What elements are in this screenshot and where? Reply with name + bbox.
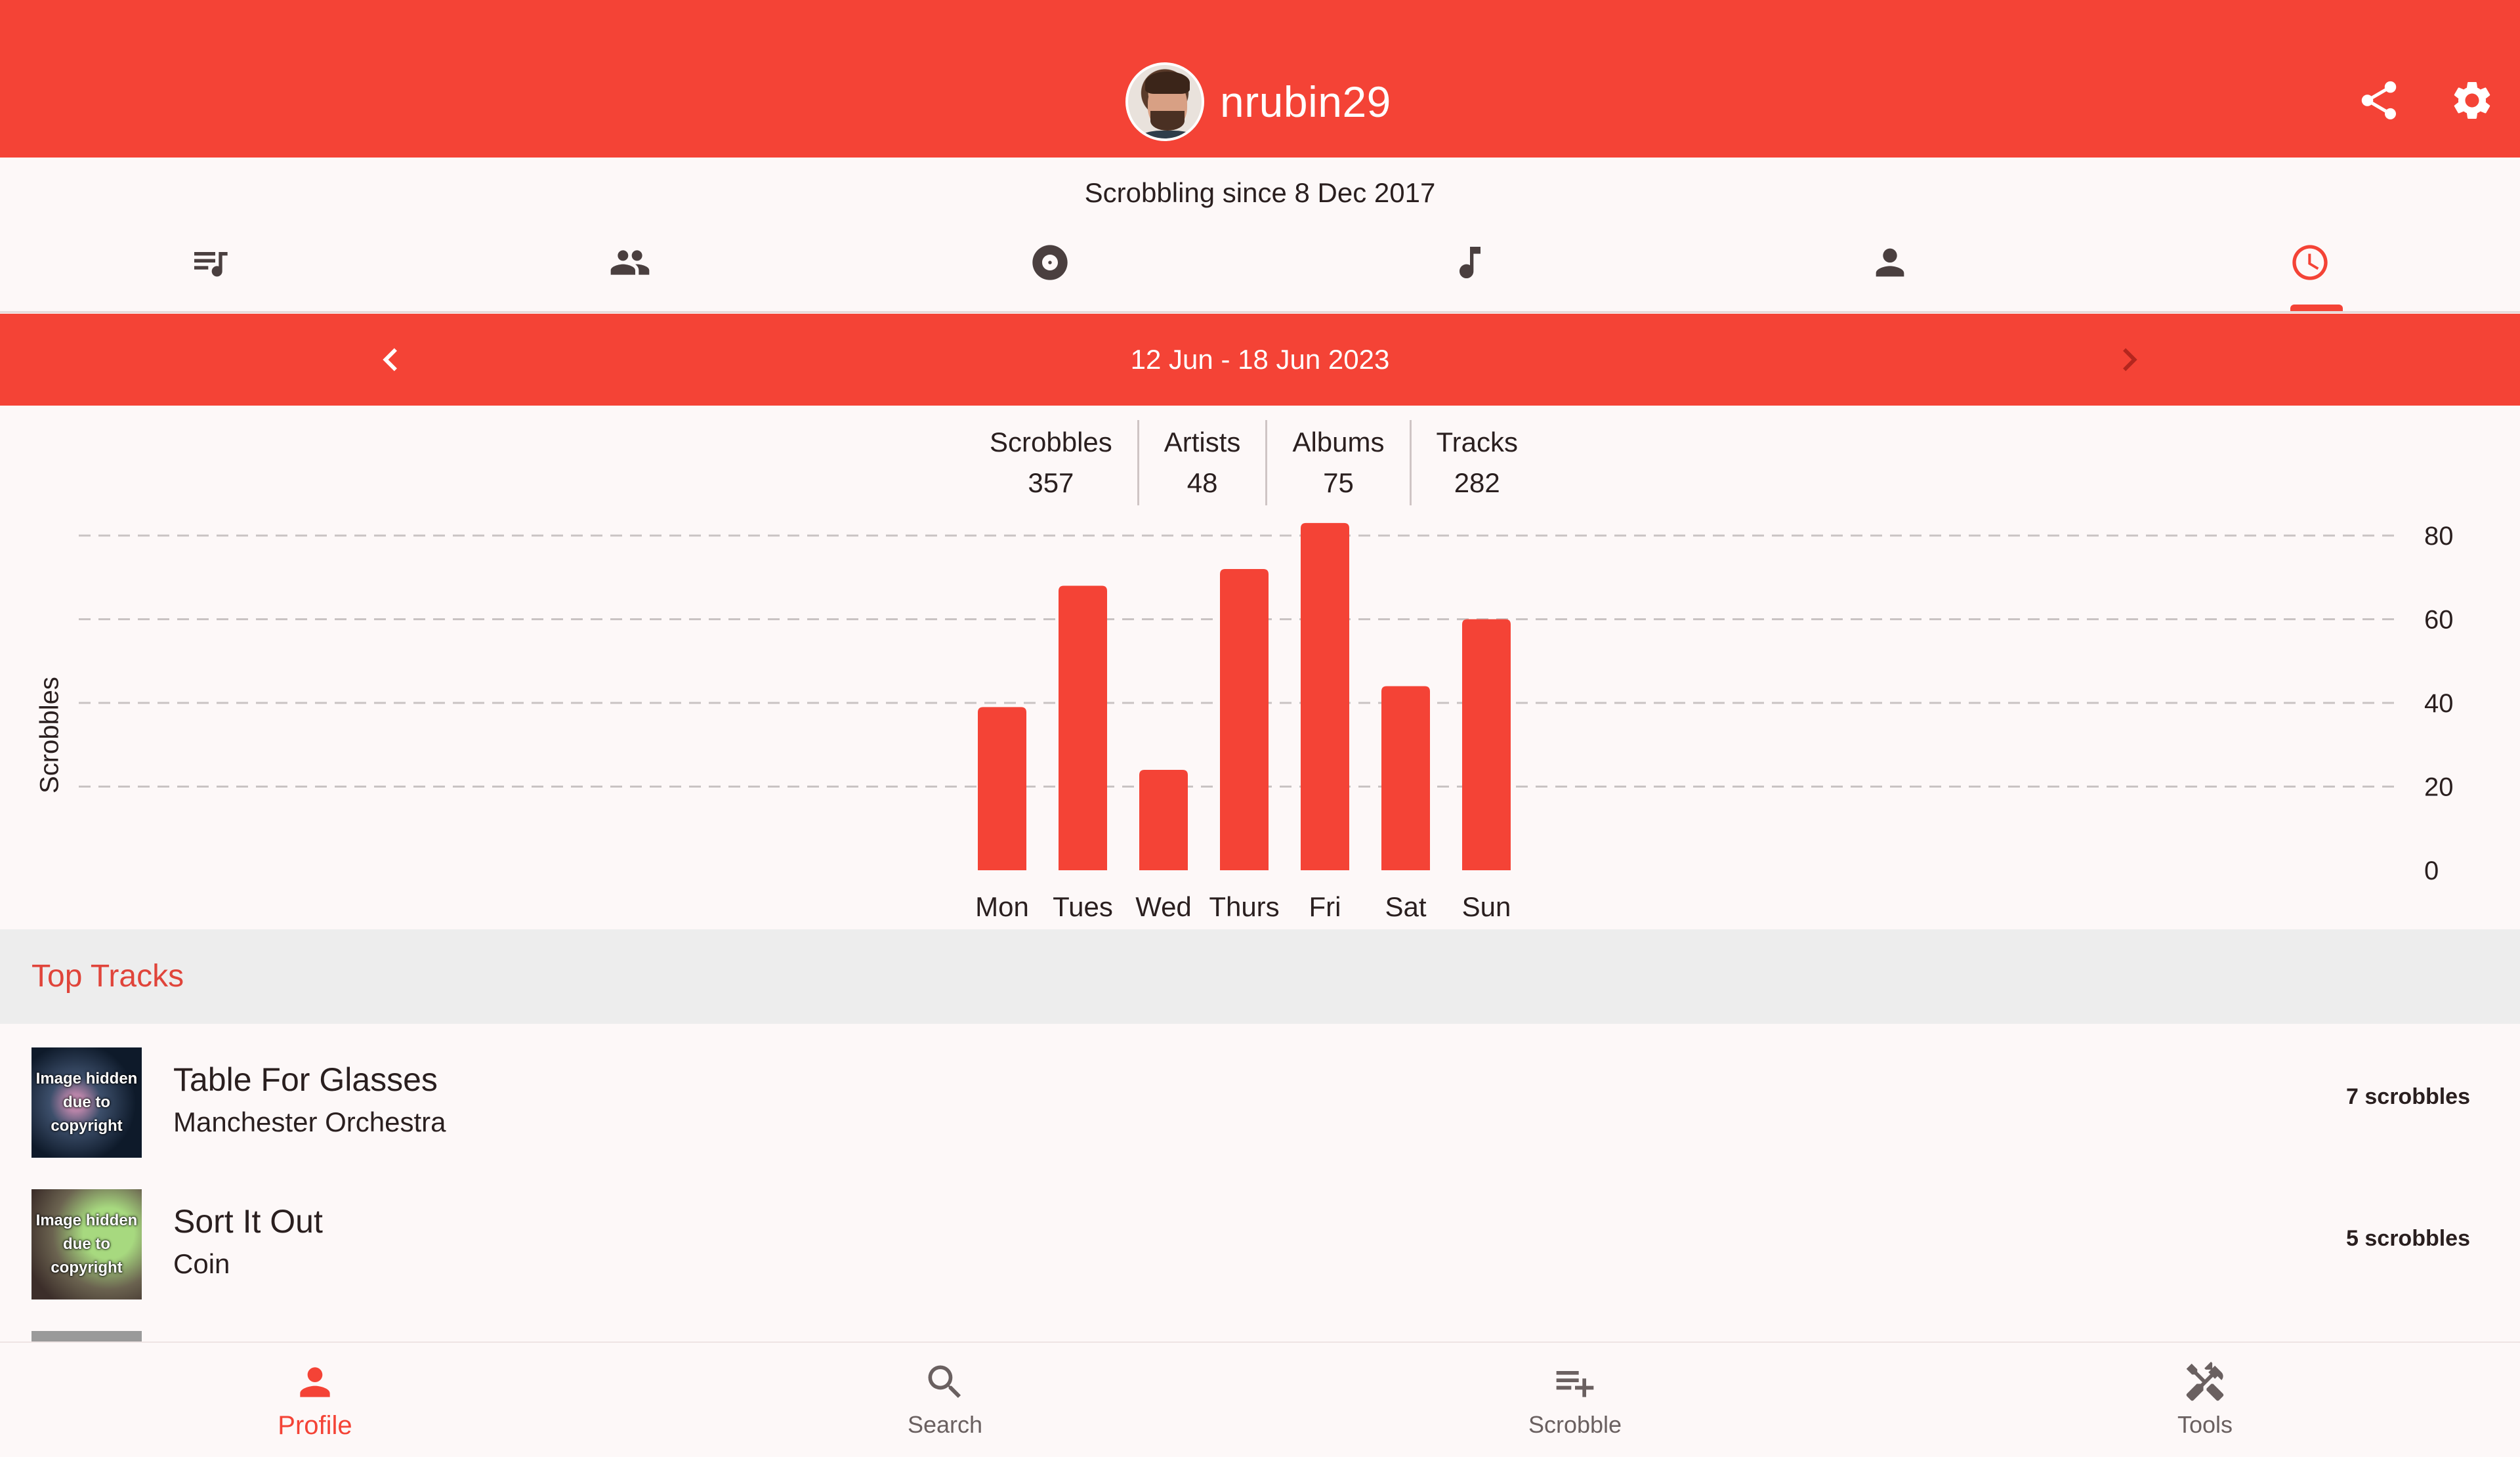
x-tick-label: Fri: [1309, 891, 1341, 922]
person-icon: [1876, 248, 1904, 277]
week-selector: 12 Jun - 18 Jun 2023: [0, 314, 2520, 406]
scrobbles-bar-chart: 0 20 40 60 80 Mon Tues Wed Thurs Fri Sat Sun: [0, 512, 2520, 932]
chevron-left-icon: [383, 348, 397, 371]
bar-mon: [978, 707, 1026, 870]
music-note-icon: [1460, 247, 1480, 278]
art-placeholder-text: Image hidden due to copyright: [35, 1070, 138, 1135]
nav-label: Profile: [278, 1411, 352, 1440]
y-tick-label: 0: [2424, 856, 2439, 885]
tab-albums[interactable]: [840, 230, 1260, 311]
tab-charts-weekly[interactable]: [2100, 230, 2520, 311]
x-tick-label: Wed: [1135, 891, 1192, 922]
stat-tracks: Tracks 282: [1409, 420, 1543, 505]
profile-tabs: [0, 230, 2520, 311]
user-info[interactable]: nrubin29: [1125, 62, 1391, 141]
stat-albums: Albums 75: [1265, 420, 1409, 505]
y-axis-label-text: Scrobbles: [35, 677, 64, 793]
tab-recent-tracks[interactable]: [0, 230, 420, 311]
playlist-add-icon: [1556, 1371, 1594, 1397]
chevron-right-icon: [2123, 348, 2137, 371]
y-tick-label: 80: [2424, 522, 2454, 551]
scrobble-count: 7 scrobbles: [2346, 1084, 2470, 1109]
app-root: nrubin29 Scrobbling since 8 Dec 2017 12 …: [0, 0, 2520, 1457]
bar-sat: [1381, 686, 1430, 870]
chart-y-axis-label: Scrobbles: [30, 669, 70, 801]
x-tick-label: Tues: [1053, 891, 1113, 922]
stat-label: Tracks: [1436, 427, 1518, 457]
active-tab-indicator: [2290, 305, 2343, 311]
x-tick-label: Sun: [1462, 891, 1511, 922]
stat-value: 282: [1454, 467, 1500, 498]
person-icon: [300, 1367, 330, 1397]
bottom-navigation: Profile Search Scrobble Tools: [0, 1341, 2520, 1457]
art-placeholder-text: Image hidden due to copyright: [35, 1212, 138, 1277]
stat-label: Albums: [1292, 427, 1385, 457]
nav-label: Scrobble: [1528, 1411, 1622, 1438]
y-tick-label: 20: [2424, 773, 2454, 802]
x-tick-label: Sat: [1385, 891, 1426, 922]
avatar: [1125, 62, 1204, 141]
album-art: Image hidden due to copyright: [32, 1047, 142, 1158]
track-row[interactable]: Image hidden due to copyright Sort It Ou…: [0, 1170, 2520, 1301]
stat-value: 357: [1028, 467, 1074, 498]
stat-scrobbles: Scrobbles 357: [965, 420, 1137, 505]
y-tick-label: 40: [2424, 689, 2454, 718]
nav-label: Tools: [2177, 1411, 2233, 1438]
nav-search[interactable]: Search: [630, 1343, 1260, 1457]
track-row[interactable]: Image hidden due to copyright Table For …: [0, 1028, 2520, 1159]
album-disc-icon: [1032, 245, 1068, 280]
nav-label: Search: [907, 1411, 983, 1438]
stat-value: 48: [1186, 467, 1218, 498]
y-tick-label: 60: [2424, 606, 2454, 635]
gear-icon[interactable]: [2449, 77, 2495, 123]
clock-icon: [2292, 245, 2328, 280]
share-icon[interactable]: [2356, 77, 2402, 123]
bar-tues: [1059, 585, 1107, 870]
section-title: Top Tracks: [32, 959, 184, 994]
stat-value: 75: [1323, 467, 1354, 498]
x-tick-label: Mon: [975, 891, 1029, 922]
bar-thurs: [1220, 569, 1269, 870]
x-tick-label: Thurs: [1209, 891, 1279, 922]
people-icon: [610, 250, 650, 275]
tab-tracks[interactable]: [1260, 230, 1680, 311]
chart-svg: 0 20 40 60 80 Mon Tues Wed Thurs Fri Sat Sun: [79, 522, 2454, 922]
tools-icon: [2186, 1361, 2224, 1401]
week-stats: Scrobbles 357 Artists 48 Albums 75 Track…: [965, 420, 1543, 505]
stat-label: Artists: [1164, 427, 1241, 457]
scrobble-count: 5 scrobbles: [2346, 1226, 2470, 1251]
bar-fri: [1301, 522, 1349, 870]
album-art: Image hidden due to copyright: [32, 1189, 142, 1299]
nav-tools[interactable]: Tools: [1890, 1343, 2520, 1457]
bar-wed: [1139, 770, 1188, 870]
search-icon: [928, 1365, 961, 1399]
track-name: Table For Glasses: [173, 1061, 438, 1098]
track-name: Sort It Out: [173, 1203, 323, 1240]
playlist-icon: [194, 252, 228, 277]
stat-artists: Artists 48: [1137, 420, 1266, 505]
app-header: nrubin29: [0, 0, 2520, 158]
bar-sun: [1462, 619, 1511, 870]
tab-friends[interactable]: [1680, 230, 2100, 311]
track-artist: Coin: [173, 1248, 230, 1279]
track-artist: Manchester Orchestra: [173, 1107, 446, 1137]
stat-label: Scrobbles: [990, 427, 1112, 457]
next-week-button[interactable]: [2107, 337, 2152, 383]
tabs-divider: [0, 311, 2520, 313]
nav-profile[interactable]: Profile: [0, 1343, 630, 1457]
username: nrubin29: [1220, 77, 1391, 126]
scrobbling-since: Scrobbling since 8 Dec 2017: [1084, 177, 1436, 208]
previous-week-button[interactable]: [368, 337, 413, 383]
top-tracks-header: Top Tracks: [0, 929, 2520, 1024]
tab-artists[interactable]: [420, 230, 840, 311]
nav-scrobble[interactable]: Scrobble: [1260, 1343, 1890, 1457]
